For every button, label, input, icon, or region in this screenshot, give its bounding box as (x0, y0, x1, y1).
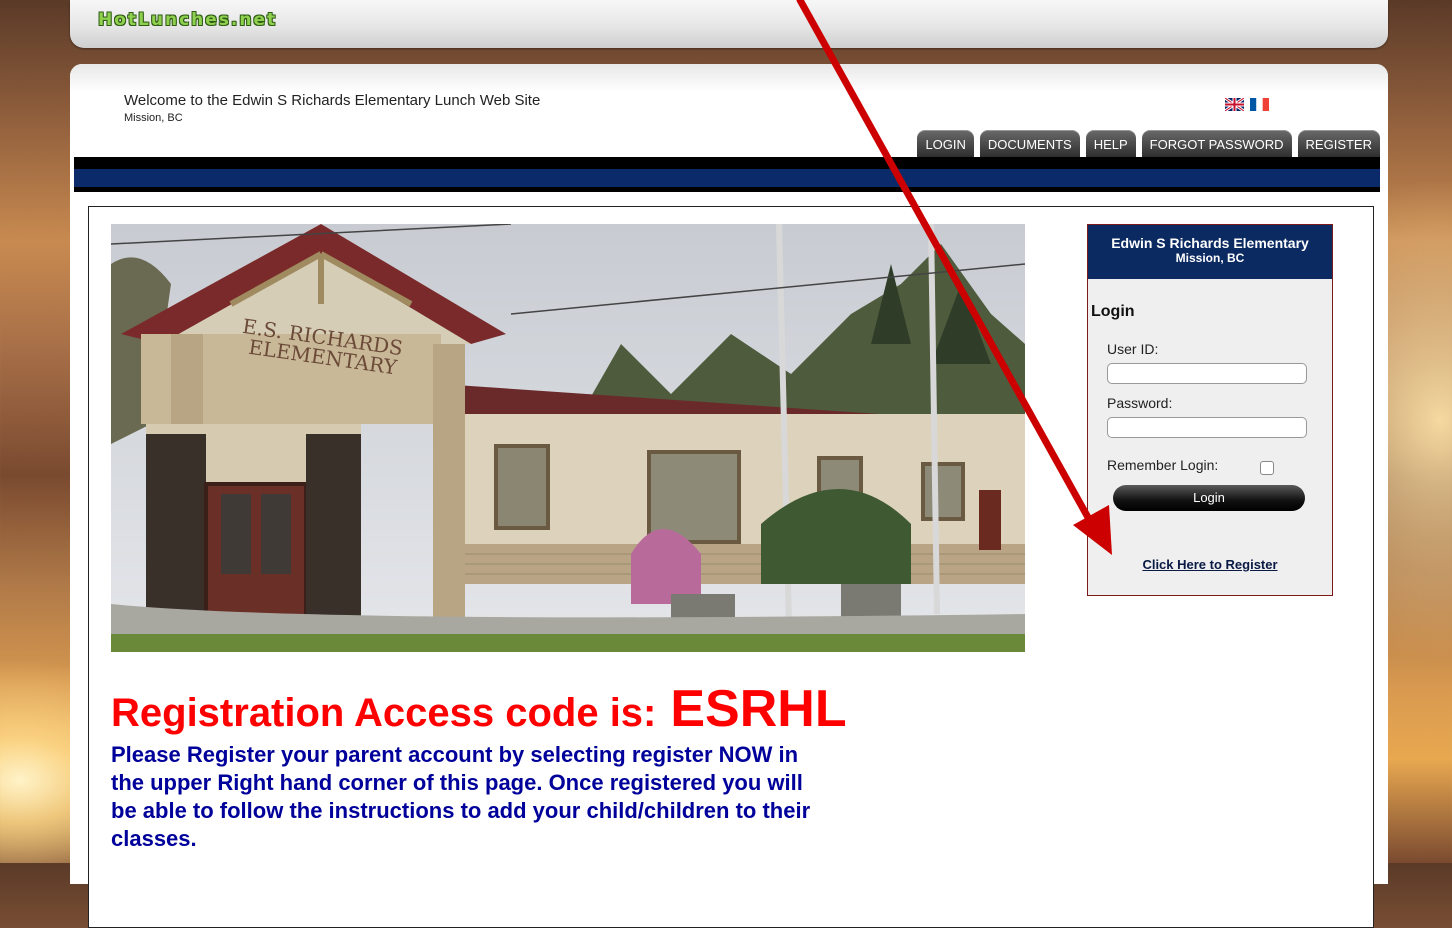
password-input[interactable] (1107, 417, 1307, 438)
remember-login-checkbox[interactable] (1260, 461, 1274, 475)
login-button[interactable]: Login (1113, 485, 1305, 511)
registration-label: Registration Access code is: (111, 691, 657, 735)
language-selector (1225, 98, 1269, 111)
top-bar: HotLunches.net (70, 0, 1388, 48)
main-panel: Welcome to the Edwin S Richards Elementa… (70, 64, 1388, 928)
user-id-input[interactable] (1107, 363, 1307, 384)
registration-code: ESRHL (670, 680, 847, 738)
tab-help[interactable]: HELP (1085, 130, 1136, 157)
site-location: Mission, BC (124, 112, 183, 124)
nav-band-top (74, 157, 1380, 169)
tab-documents[interactable]: DOCUMENTS (979, 130, 1080, 157)
login-box: Edwin S Richards Elementary Mission, BC … (1087, 224, 1333, 596)
tab-login[interactable]: LOGIN (917, 130, 974, 157)
site-logo[interactable]: HotLunches.net (98, 10, 277, 30)
login-title: Login (1091, 303, 1135, 320)
password-label: Password: (1107, 395, 1173, 411)
welcome-text: Welcome to the Edwin S Richards Elementa… (124, 92, 541, 109)
nav-band-bottom (74, 187, 1380, 192)
registration-instructions: Please Register your parent account by s… (111, 742, 811, 851)
remember-login-label: Remember Login: (1107, 457, 1219, 473)
france-flag-icon[interactable] (1250, 98, 1269, 111)
tab-register[interactable]: REGISTER (1297, 130, 1380, 157)
tab-forgot-password[interactable]: FORGOT PASSWORD (1141, 130, 1292, 157)
uk-flag-icon[interactable] (1225, 98, 1244, 111)
nav-band (74, 169, 1380, 187)
user-id-label: User ID: (1107, 341, 1159, 357)
school-location: Mission, BC (1175, 251, 1245, 265)
nav-tabs: LOGIN DOCUMENTS HELP FORGOT PASSWORD REG… (917, 130, 1380, 157)
school-name: Edwin S Richards Elementary (1111, 235, 1309, 251)
registration-code-heading: Registration Access code is: ESRHL (111, 679, 847, 739)
school-header: Edwin S Richards Elementary Mission, BC (1088, 225, 1332, 279)
school-photo: E.S. RICHARDS ELEMENTARY (111, 224, 1025, 652)
register-link[interactable]: Click Here to Register (1088, 557, 1332, 572)
